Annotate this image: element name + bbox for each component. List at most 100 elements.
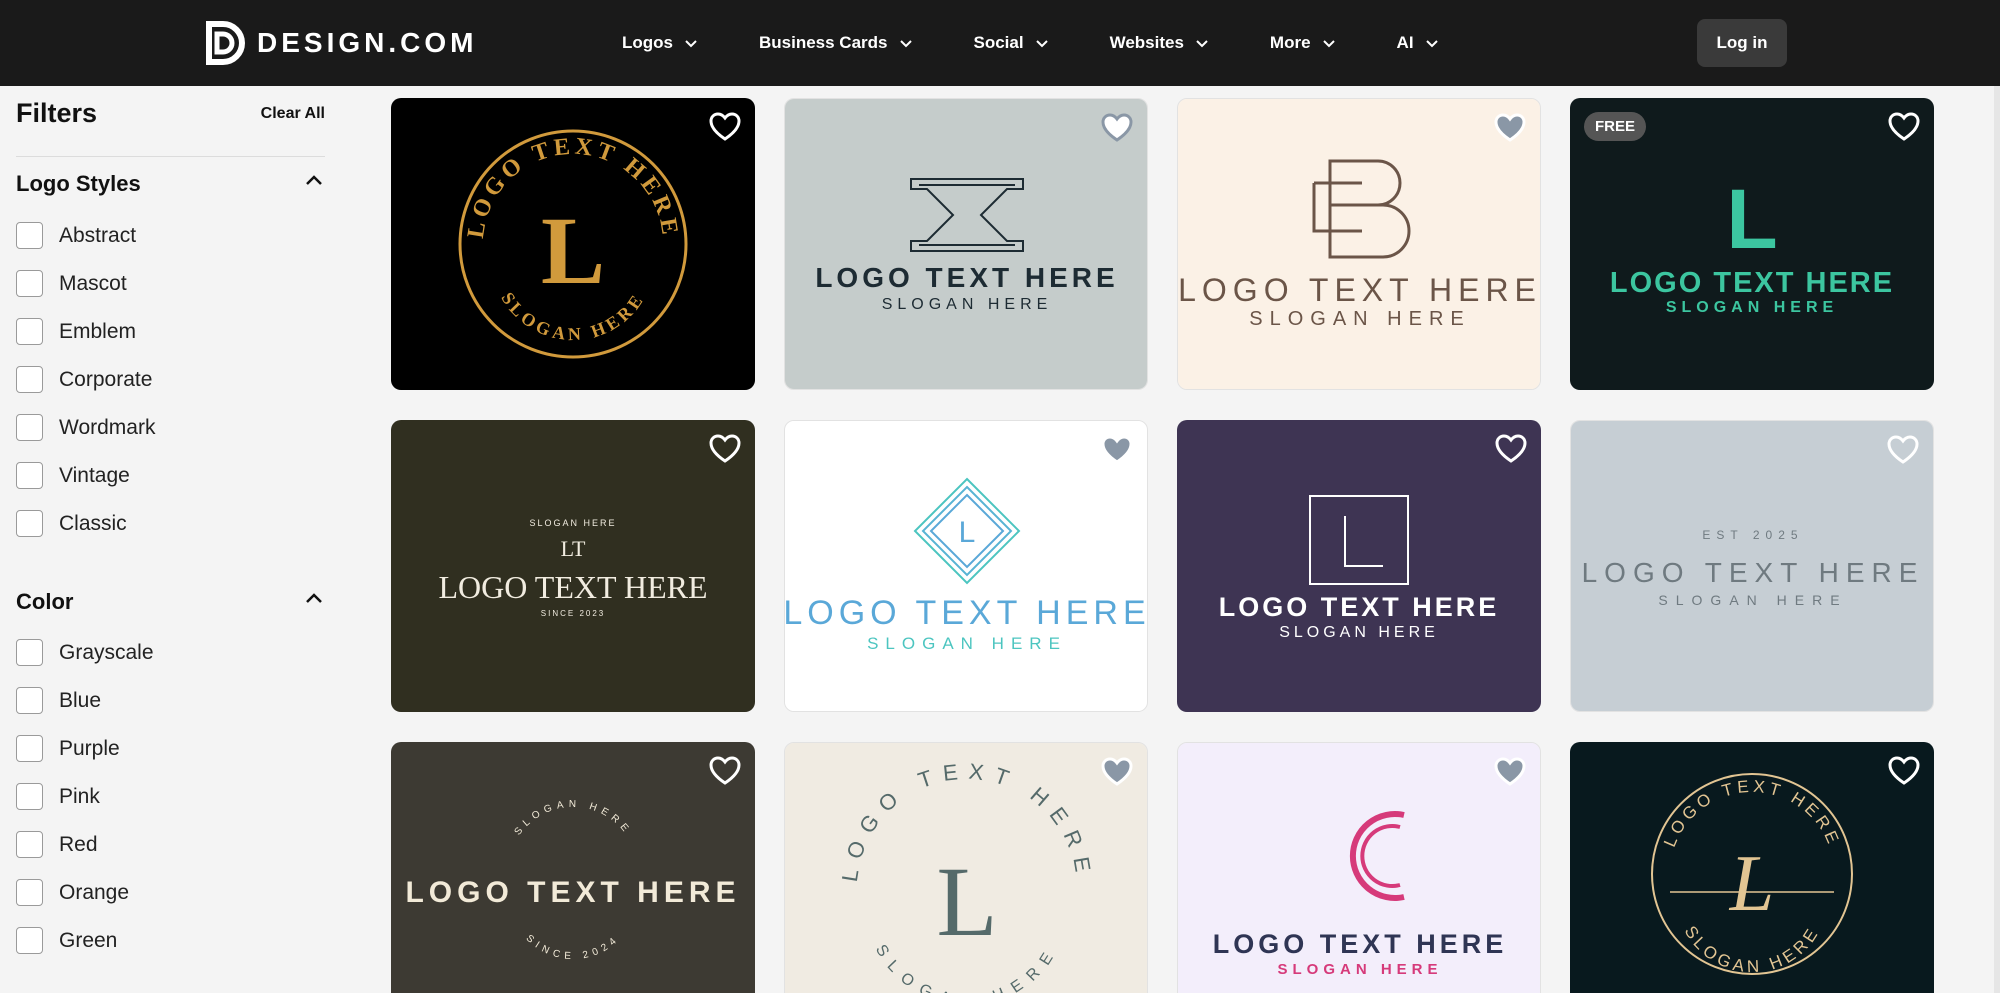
checkbox[interactable] <box>16 783 43 810</box>
logo-card[interactable]: SLOGAN HERE LOGO TEXT HERE SINCE 2024 <box>391 742 755 993</box>
nav-logos[interactable]: Logos <box>622 33 699 53</box>
svg-text:L: L <box>1726 172 1777 266</box>
svg-text:SLOGAN HERE: SLOGAN HERE <box>1666 299 1838 316</box>
heart-icon[interactable] <box>1494 113 1526 143</box>
svg-text:LOGO TEXT HERE: LOGO TEXT HERE <box>815 262 1118 293</box>
filter-option-green[interactable]: Green <box>16 927 117 954</box>
nav-business-cards[interactable]: Business Cards <box>759 33 914 53</box>
nav-ai[interactable]: AI <box>1397 33 1440 53</box>
heart-icon[interactable] <box>1494 757 1526 787</box>
logo-preview: LOGO TEXT HERE SLOGAN HERE L <box>1570 742 1934 993</box>
chevron-down-icon <box>685 40 697 48</box>
svg-text:L: L <box>1729 840 1775 928</box>
chevron-up-icon[interactable] <box>303 170 325 197</box>
login-button[interactable]: Log in <box>1697 19 1787 67</box>
checkbox[interactable] <box>16 222 43 249</box>
nav-ai-label: AI <box>1396 33 1414 52</box>
chevron-down-icon <box>1035 40 1048 48</box>
logo-card[interactable]: LOGO TEXT HERE SLOGAN HERE L <box>1570 742 1934 993</box>
logo-card[interactable]: LOGO TEXT HERE SLOGAN HERE <box>1177 420 1541 712</box>
logo-preview: LOGO TEXT HERE SLOGAN HERE L <box>785 743 1147 993</box>
checkbox[interactable] <box>16 510 43 537</box>
svg-text:L: L <box>541 197 605 304</box>
checkbox[interactable] <box>16 831 43 858</box>
checkbox[interactable] <box>16 879 43 906</box>
filter-option-vintage[interactable]: Vintage <box>16 462 130 489</box>
heart-icon[interactable] <box>1888 756 1920 786</box>
svg-text:LOGO TEXT HERE: LOGO TEXT HERE <box>438 569 707 605</box>
filter-option-grayscale[interactable]: Grayscale <box>16 639 154 666</box>
checkbox[interactable] <box>16 462 43 489</box>
filter-label: Grayscale <box>59 640 154 664</box>
filter-option-abstract[interactable]: Abstract <box>16 222 136 249</box>
filter-option-blue[interactable]: Blue <box>16 687 101 714</box>
svg-text:SLOGAN HERE: SLOGAN HERE <box>1279 624 1439 641</box>
chevron-down-icon <box>899 40 912 48</box>
brand-logo[interactable]: DESIGN.COM <box>205 20 477 66</box>
nav-logos-label: Logos <box>622 33 673 52</box>
checkbox[interactable] <box>16 366 43 393</box>
chevron-up-icon[interactable] <box>303 588 325 615</box>
filter-label: Wordmark <box>59 415 156 439</box>
color-title: Color <box>16 588 74 614</box>
svg-text:SLOGAN HERE: SLOGAN HERE <box>882 296 1053 313</box>
heart-icon[interactable] <box>1888 112 1920 142</box>
logo-styles-header[interactable]: Logo Styles <box>16 170 325 197</box>
filter-option-mascot[interactable]: Mascot <box>16 270 127 297</box>
filter-option-red[interactable]: Red <box>16 831 98 858</box>
design-com-logo-icon <box>206 21 245 65</box>
filter-option-emblem[interactable]: Emblem <box>16 318 136 345</box>
heart-icon[interactable] <box>709 756 741 786</box>
logo-preview: LOGO TEXT HERE SLOGAN HERE <box>1177 420 1541 712</box>
heart-icon[interactable] <box>1495 434 1527 464</box>
heart-icon[interactable] <box>1101 435 1133 465</box>
logo-card[interactable]: L LOGO TEXT HERE SLOGAN HERE FREE <box>1570 98 1934 390</box>
svg-text:EST 2025: EST 2025 <box>1702 528 1803 542</box>
logo-card[interactable]: LOGO TEXT HERE SLOGAN HERE <box>784 98 1148 390</box>
filter-option-orange[interactable]: Orange <box>16 879 129 906</box>
filter-option-pink[interactable]: Pink <box>16 783 100 810</box>
logo-card[interactable]: L LOGO TEXT HERE SLOGAN HERE <box>784 420 1148 712</box>
logo-card[interactable]: LOGO TEXT HERE SLOGAN HERE L <box>784 742 1148 993</box>
filter-option-classic[interactable]: Classic <box>16 510 127 537</box>
checkbox[interactable] <box>16 318 43 345</box>
scrollbar[interactable] <box>1994 86 2000 993</box>
logo-card[interactable]: EST 2025 LOGO TEXT HERE SLOGAN HERE <box>1570 420 1934 712</box>
logo-preview: LOGO TEXT HERE SLOGAN HERE L <box>391 98 755 390</box>
filter-label: Green <box>59 928 118 952</box>
svg-text:SLOGAN HERE: SLOGAN HERE <box>1277 961 1442 978</box>
nav-social-label: Social <box>973 33 1024 52</box>
nav-more[interactable]: More <box>1270 33 1337 53</box>
heart-icon[interactable] <box>1101 757 1133 787</box>
chevron-down-icon <box>1196 40 1208 48</box>
heart-icon[interactable] <box>709 434 741 464</box>
heart-icon[interactable] <box>1887 435 1919 465</box>
filter-option-purple[interactable]: Purple <box>16 735 120 762</box>
nav-websites[interactable]: Websites <box>1110 33 1210 53</box>
filter-label: Vintage <box>59 463 130 487</box>
filter-option-wordmark[interactable]: Wordmark <box>16 414 155 441</box>
nav-social[interactable]: Social <box>974 33 1050 53</box>
heart-icon[interactable] <box>709 112 741 142</box>
svg-text:LOGO TEXT HERE: LOGO TEXT HERE <box>1610 267 1894 299</box>
checkbox[interactable] <box>16 687 43 714</box>
logo-card[interactable]: SLOGAN HERE LT LOGO TEXT HERE SINCE 2023 <box>391 420 755 712</box>
filter-option-corporate[interactable]: Corporate <box>16 366 152 393</box>
checkbox[interactable] <box>16 735 43 762</box>
filter-label: Mascot <box>59 271 127 295</box>
checkbox[interactable] <box>16 639 43 666</box>
logo-card[interactable]: LOGO TEXT HERE SLOGAN HERE L <box>391 98 755 390</box>
clear-all-button[interactable]: Clear All <box>261 105 325 123</box>
main-nav: Logos Business Cards Social Websites Mor… <box>622 0 1500 86</box>
checkbox[interactable] <box>16 927 43 954</box>
logo-card[interactable]: LOGO TEXT HERE SLOGAN HERE <box>1177 98 1541 390</box>
logo-card[interactable]: LOGO TEXT HERE SLOGAN HERE <box>1177 742 1541 993</box>
checkbox[interactable] <box>16 414 43 441</box>
color-header[interactable]: Color <box>16 588 325 615</box>
chevron-down-icon <box>1322 40 1335 48</box>
filter-label: Abstract <box>59 223 137 247</box>
heart-icon[interactable] <box>1101 113 1133 143</box>
checkbox[interactable] <box>16 270 43 297</box>
svg-text:LOGO TEXT HERE: LOGO TEXT HERE <box>1213 929 1508 959</box>
logo-preview: EST 2025 LOGO TEXT HERE SLOGAN HERE <box>1571 421 1933 711</box>
